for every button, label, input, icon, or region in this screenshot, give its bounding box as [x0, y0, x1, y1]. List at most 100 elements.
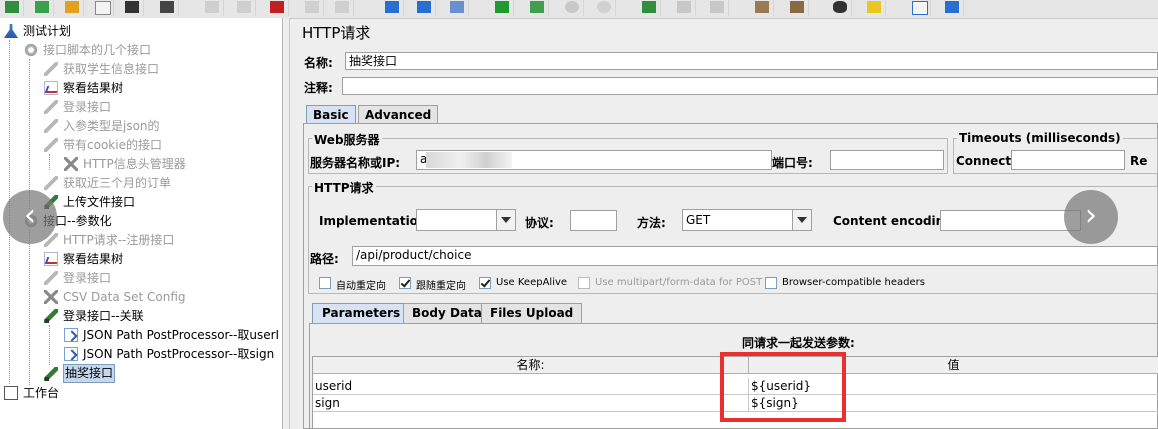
- params-caption: 同请求一起发送参数:: [742, 336, 855, 350]
- tree-node-label: 上传文件接口: [63, 195, 136, 209]
- content-encoding-label: Content encoding:: [833, 214, 958, 228]
- gear-icon: [24, 43, 38, 57]
- save-screenshot-icon[interactable]: [155, 0, 179, 16]
- panel-title: HTTP请求: [302, 24, 371, 42]
- stop-icon[interactable]: [560, 0, 584, 16]
- post-processor-icon: [64, 328, 78, 342]
- shutdown-icon[interactable]: [592, 0, 616, 16]
- content-encoding-field[interactable]: [940, 210, 1081, 231]
- chart-icon: [44, 81, 58, 95]
- follow-redirect-label: 跟随重定向: [416, 281, 466, 292]
- tree-node-label: 察看结果树: [63, 81, 124, 95]
- sampler-config-panel: HTTP请求 名称: 抽奖接口 注释: Basic Advanced Web服务…: [300, 18, 1158, 429]
- http-request-title: HTTP请求: [312, 179, 376, 196]
- clear-icon[interactable]: [750, 0, 774, 16]
- open-icon[interactable]: [60, 0, 84, 16]
- timeouts-title: Timeouts (milliseconds): [957, 131, 1123, 145]
- copy-icon[interactable]: [300, 0, 324, 16]
- chevron-down-icon[interactable]: [792, 210, 811, 230]
- implementation-select[interactable]: [416, 209, 516, 231]
- tree-connector: [29, 59, 30, 209]
- name-field[interactable]: 抽奖接口: [345, 52, 1158, 70]
- next-button[interactable]: ›: [1064, 190, 1118, 244]
- tree-node-label: 获取学生信息接口: [63, 62, 160, 76]
- tab-files-upload[interactable]: Files Upload: [481, 303, 583, 323]
- protocol-field[interactable]: [570, 210, 617, 231]
- protocol-label: 协议:: [525, 216, 554, 230]
- keepalive-checkbox[interactable]: [479, 277, 491, 289]
- redo-icon[interactable]: [232, 0, 256, 16]
- tree-node-label: 登录接口: [63, 271, 112, 285]
- paste-icon[interactable]: [330, 0, 354, 16]
- path-field[interactable]: /api/product/choice: [352, 246, 1158, 266]
- remote-shutdown-icon[interactable]: [705, 0, 729, 16]
- pen-icon: [44, 138, 58, 152]
- pen-icon: [44, 271, 58, 285]
- cut-icon[interactable]: [265, 0, 289, 16]
- tree-node-label: 接口脚本的几个接口: [43, 43, 152, 57]
- prev-button[interactable]: ‹: [3, 190, 57, 244]
- remote-stop-icon[interactable]: [672, 0, 696, 16]
- wrench-icon: [64, 157, 78, 171]
- tree-node-label: CSV Data Set Config: [63, 290, 186, 304]
- tree-node-label: JSON Path PostProcessor--取userI: [83, 328, 280, 342]
- undo-icon[interactable]: [200, 0, 224, 16]
- follow-redirect-checkbox[interactable]: [399, 277, 411, 289]
- clear-all-icon[interactable]: [785, 0, 809, 16]
- start-icon[interactable]: [490, 0, 514, 16]
- server-label: 服务器名称或IP:: [310, 156, 401, 170]
- post-processor-icon: [64, 347, 78, 361]
- chevron-down-icon[interactable]: [496, 210, 515, 230]
- table-cell-name[interactable]: userid: [313, 378, 749, 395]
- templates-icon[interactable]: [30, 0, 54, 16]
- tree-node-label: HTTP信息头管理器: [83, 157, 186, 171]
- help-icon[interactable]: [940, 0, 964, 16]
- save-icon[interactable]: [120, 0, 144, 16]
- tab-basic[interactable]: Basic: [306, 105, 356, 123]
- chart-icon: [44, 252, 58, 266]
- close-icon[interactable]: [90, 0, 114, 16]
- tree-node-label: 测试计划: [23, 24, 72, 38]
- highlight-annotation-box: [720, 352, 846, 422]
- split-pane-divider[interactable]: [283, 18, 290, 429]
- tree-node-label: HTTP请求--注册接口: [63, 233, 175, 247]
- multipart-checkbox: [578, 277, 590, 289]
- column-header-name[interactable]: 名称:: [313, 357, 749, 374]
- keepalive-label: Use KeepAlive: [496, 277, 568, 288]
- auto-redirect-checkbox[interactable]: [319, 277, 331, 289]
- tree-node-label: 察看结果树: [63, 252, 124, 266]
- table-cell-name[interactable]: sign: [313, 395, 749, 412]
- start-no-pause-icon[interactable]: [525, 0, 549, 16]
- port-field[interactable]: [830, 150, 944, 170]
- implementation-label: Implementation:: [319, 214, 432, 228]
- comment-field[interactable]: [342, 77, 1158, 95]
- tree-node-label: 获取近三个月的订单: [63, 176, 172, 190]
- tab-advanced[interactable]: Advanced: [358, 105, 439, 123]
- pen-icon: [44, 309, 58, 323]
- method-label: 方法:: [637, 216, 666, 230]
- name-label: 名称:: [304, 56, 333, 70]
- web-server-title: Web服务器: [312, 131, 382, 148]
- search-icon[interactable]: [828, 0, 852, 16]
- browser-compatible-checkbox[interactable]: [765, 277, 777, 289]
- pen-icon: [44, 176, 58, 190]
- collapse-icon[interactable]: [412, 0, 436, 16]
- auto-redirect-label: 自动重定向: [336, 281, 386, 292]
- method-select[interactable]: GET: [682, 209, 812, 231]
- function-helper-icon[interactable]: [907, 0, 931, 16]
- pen-icon: [44, 62, 58, 76]
- toolbar: [0, 0, 1158, 19]
- chevron-right-icon: ›: [1085, 198, 1097, 233]
- tab-parameters[interactable]: Parameters: [312, 303, 411, 323]
- expand-icon[interactable]: [380, 0, 404, 16]
- comment-label: 注释:: [304, 81, 333, 95]
- connect-timeout-field[interactable]: [1011, 150, 1125, 170]
- tree-connector: [49, 325, 50, 365]
- toggle-icon[interactable]: [445, 0, 469, 16]
- reset-search-icon[interactable]: [862, 0, 886, 16]
- new-icon[interactable]: [0, 0, 24, 16]
- remote-start-icon[interactable]: [637, 0, 661, 16]
- tab-body-data[interactable]: Body Data: [403, 303, 491, 323]
- test-plan-icon: [4, 24, 18, 38]
- pen-icon: [44, 100, 58, 114]
